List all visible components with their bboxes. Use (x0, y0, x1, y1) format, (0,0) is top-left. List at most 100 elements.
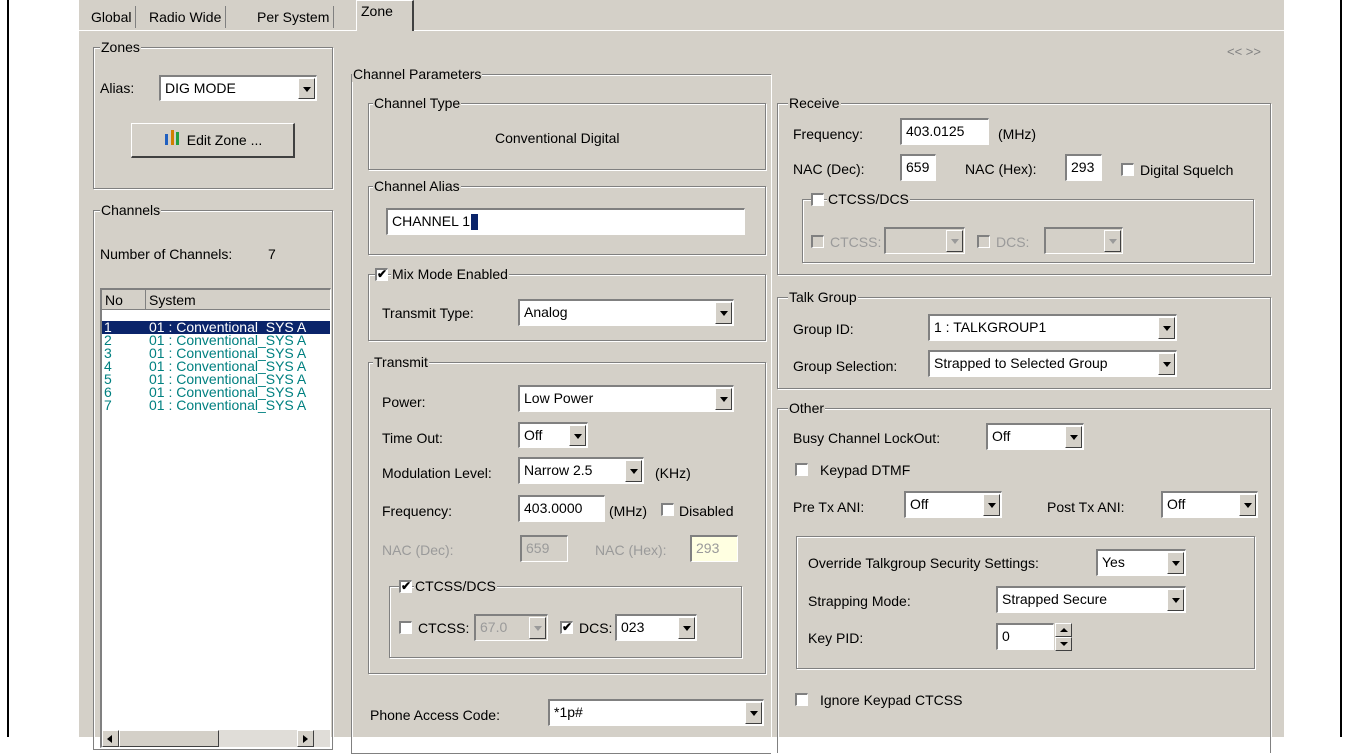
strapping-mode-label: Strapping Mode: (808, 593, 911, 609)
digital-squelch-label: Digital Squelch (1140, 162, 1234, 178)
ignore-keypad-ctcss-label: Ignore Keypad CTCSS (820, 692, 963, 708)
tx-nac-hex-label: NAC (Hex): (595, 542, 667, 558)
tx-ctcss-select[interactable]: 67.0 (474, 614, 548, 641)
keypad-dtmf-checkbox[interactable] (795, 463, 808, 476)
transmit-type-select[interactable]: Analog (518, 299, 734, 326)
transmit-group: Transmit Power: Low Power Time Out: Off … (368, 354, 766, 674)
chevron-down-icon[interactable] (529, 617, 546, 639)
chevron-down-icon[interactable] (569, 425, 586, 446)
nav-arrows-icon[interactable]: << >> (1227, 44, 1261, 60)
rx-ctcss-dcs-checkbox[interactable] (811, 193, 824, 206)
rx-ctcss-dcs-label: CTCSS/DCS (827, 191, 910, 207)
tx-frequency-input[interactable]: 403.0000 (518, 495, 605, 522)
tab-zone[interactable]: Zone (356, 0, 414, 31)
edit-zone-button[interactable]: Edit Zone ... (131, 123, 295, 158)
group-id-label: Group ID: (793, 321, 854, 337)
rx-nac-dec-label: NAC (Dec): (793, 161, 865, 177)
override-security-label: Override Talkgroup Security Settings: (808, 555, 1039, 571)
post-tx-ani-select[interactable]: Off (1161, 491, 1258, 518)
spin-down-icon[interactable] (1055, 637, 1072, 651)
scroll-right-icon[interactable] (297, 730, 314, 747)
rx-nac-hex-input[interactable]: 293 (1065, 154, 1102, 181)
chevron-down-icon[interactable] (745, 702, 762, 724)
override-security-value: Yes (1102, 554, 1125, 570)
chevron-down-icon[interactable] (1104, 230, 1121, 252)
ignore-keypad-ctcss-checkbox[interactable] (795, 693, 808, 706)
phone-access-select[interactable]: *1p# (548, 699, 764, 726)
security-settings-group: Override Talkgroup Security Settings: Ye… (796, 536, 1255, 669)
rx-frequency-unit: (MHz) (998, 126, 1037, 142)
column-header-no[interactable]: No (102, 290, 146, 310)
tx-dcs-select[interactable]: 023 (615, 614, 697, 641)
rx-dcs-select[interactable] (1044, 227, 1123, 254)
chevron-down-icon[interactable] (678, 617, 695, 639)
tx-nac-dec-input[interactable]: 659 (520, 535, 568, 562)
channel-type-title: Channel Type (373, 95, 462, 111)
horizontal-scrollbar[interactable] (102, 730, 330, 747)
spin-up-icon[interactable] (1055, 623, 1072, 637)
power-select[interactable]: Low Power (518, 385, 734, 412)
scroll-thumb[interactable] (119, 730, 219, 747)
tab-per-system[interactable]: Per System (253, 6, 335, 28)
rx-frequency-input[interactable]: 403.0125 (900, 118, 989, 145)
tx-disabled-checkbox[interactable] (661, 503, 674, 516)
timeout-select[interactable]: Off (518, 422, 588, 448)
chevron-down-icon[interactable] (1158, 353, 1175, 375)
strapping-mode-select[interactable]: Strapped Secure (996, 586, 1186, 613)
column-header-system[interactable]: System (146, 290, 330, 310)
chevron-down-icon[interactable] (1239, 494, 1256, 516)
tx-dcs-label: DCS: (579, 620, 613, 636)
tx-ctcss-dcs-checkbox[interactable]: ✔ (399, 580, 412, 593)
tab-strip: Global Radio Wide Per System Zone (79, 0, 1284, 31)
digital-squelch-checkbox[interactable] (1121, 163, 1134, 176)
rx-nac-dec-input[interactable]: 659 (900, 154, 936, 181)
application-window: Global Radio Wide Per System Zone << >> … (79, 0, 1284, 754)
tx-dcs-checkbox[interactable]: ✔ (560, 621, 573, 634)
zones-group: Zones Alias: DIG MODE Edit Zone ... (93, 39, 333, 189)
tx-ctcss-dcs-label: CTCSS/DCS (414, 578, 497, 594)
tx-ctcss-checkbox[interactable] (399, 621, 412, 634)
keypad-dtmf-label: Keypad DTMF (820, 462, 911, 478)
zones-title: Zones (100, 39, 141, 55)
chevron-down-icon[interactable] (983, 494, 1000, 516)
channels-list[interactable]: No System 1 01 : Conventional_SYS A 2 01 :… (100, 288, 331, 748)
pre-tx-ani-select[interactable]: Off (904, 491, 1002, 518)
override-security-select[interactable]: Yes (1096, 549, 1186, 576)
power-label: Power: (382, 394, 426, 410)
chevron-down-icon[interactable] (298, 78, 315, 99)
transmit-title: Transmit (373, 354, 429, 370)
chevron-down-icon[interactable] (946, 230, 963, 252)
key-pid-input[interactable]: 0 (996, 623, 1054, 650)
strapping-mode-value: Strapped Secure (1002, 591, 1108, 607)
timeout-label: Time Out: (382, 430, 443, 446)
tab-global[interactable]: Global (87, 6, 137, 28)
tab-radio-wide[interactable]: Radio Wide (145, 6, 227, 28)
modulation-unit: (KHz) (655, 465, 691, 481)
chevron-down-icon[interactable] (1158, 317, 1175, 339)
tx-nac-hex-input[interactable]: 293 (690, 535, 738, 562)
group-id-select[interactable]: 1 : TALKGROUP1 (928, 314, 1177, 341)
chevron-down-icon[interactable] (715, 388, 732, 410)
tab-divider (79, 30, 1284, 31)
channel-alias-input[interactable]: CHANNEL 1 (386, 208, 745, 235)
modulation-select[interactable]: Narrow 2.5 (518, 457, 644, 484)
other-title: Other (788, 400, 826, 416)
chevron-down-icon[interactable] (1167, 589, 1184, 611)
rx-dcs-checkbox[interactable] (977, 235, 990, 248)
scroll-left-icon[interactable] (102, 730, 119, 747)
rx-ctcss-select[interactable] (884, 227, 965, 254)
group-selection-select[interactable]: Strapped to Selected Group (928, 350, 1177, 377)
chevron-down-icon[interactable] (1065, 426, 1082, 448)
rx-ctcss-checkbox[interactable] (811, 235, 824, 248)
tx-ctcss-label: CTCSS: (418, 620, 470, 636)
chevron-down-icon[interactable] (625, 460, 642, 482)
channel-alias-value: CHANNEL 1 (392, 213, 471, 229)
mix-mode-checkbox[interactable]: ✔ (375, 268, 388, 281)
modulation-label: Modulation Level: (382, 465, 492, 481)
busy-lockout-select[interactable]: Off (986, 423, 1084, 450)
chevron-down-icon[interactable] (1167, 552, 1184, 574)
receive-title: Receive (788, 95, 841, 111)
chevron-down-icon[interactable] (715, 302, 732, 324)
zone-alias-select[interactable]: DIG MODE (159, 75, 317, 101)
transmit-type-label: Transmit Type: (382, 305, 474, 321)
